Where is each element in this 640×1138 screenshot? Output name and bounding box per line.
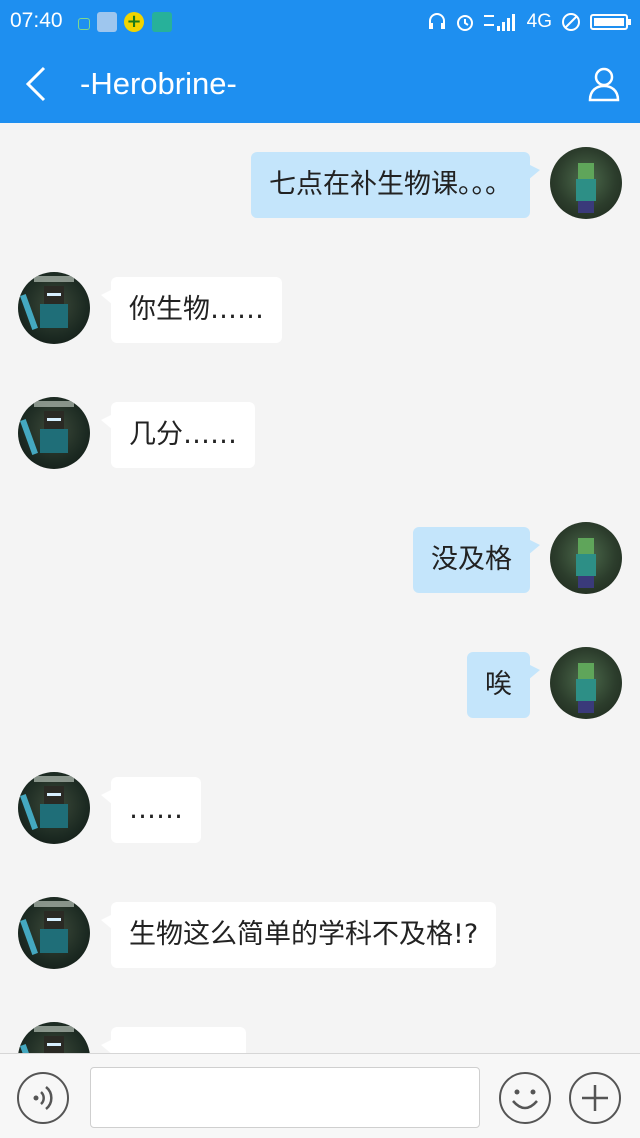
alarm-icon (456, 15, 473, 31)
message-bubble-incoming[interactable]: 生物这么简单的学科不及格!? (100, 902, 497, 968)
contact-avatar[interactable] (18, 1022, 90, 1053)
plus-app-icon: + (124, 12, 144, 32)
contact-avatar[interactable] (18, 397, 90, 469)
emoji-icon[interactable] (498, 1071, 552, 1125)
message-bubble-incoming[interactable]: …… (101, 777, 201, 843)
person-icon[interactable] (586, 64, 622, 104)
contact-avatar[interactable] (18, 897, 90, 969)
status-bar: 07:40 + 4G (0, 0, 640, 44)
message-bubble-incoming[interactable]: 几分…… (101, 402, 255, 468)
network-type: 4G (526, 11, 552, 32)
message-input[interactable] (90, 1067, 480, 1128)
message-bubble-incoming[interactable]: 你生物…… (101, 277, 282, 343)
back-arrow-icon[interactable] (22, 64, 52, 104)
chat-header: -Herobrine- (0, 44, 640, 123)
message-list[interactable]: 七点在补生物课。。。 你生物…… 几分…… 没及格 唉 …… 生物这么简单的学科… (0, 123, 640, 1053)
scan-icon (152, 12, 172, 32)
avatar-figure (578, 163, 594, 179)
battery-icon (590, 14, 631, 30)
message-bubble-outgoing[interactable]: 唉 (467, 652, 540, 718)
plus-icon[interactable] (568, 1071, 622, 1125)
voice-icon[interactable] (16, 1071, 70, 1125)
sim-icon (78, 18, 90, 30)
kuwo-icon (97, 12, 117, 32)
headset-icon (428, 13, 445, 29)
self-avatar[interactable] (550, 522, 622, 594)
signal-icon (483, 14, 515, 31)
dnd-icon (562, 13, 580, 31)
status-time: 07:40 (10, 9, 63, 32)
self-avatar[interactable] (550, 647, 622, 719)
status-right-icons: 4G (427, 8, 632, 36)
self-avatar[interactable] (550, 147, 622, 219)
chat-title: -Herobrine- (80, 66, 237, 101)
message-bubble-outgoing[interactable]: 没及格 (413, 527, 540, 593)
message-bubble-outgoing[interactable]: 七点在补生物课。。。 (251, 152, 540, 218)
input-bar (0, 1053, 640, 1138)
contact-avatar[interactable] (18, 772, 90, 844)
message-bubble-incoming[interactable] (101, 1027, 246, 1053)
contact-avatar[interactable] (18, 272, 90, 344)
